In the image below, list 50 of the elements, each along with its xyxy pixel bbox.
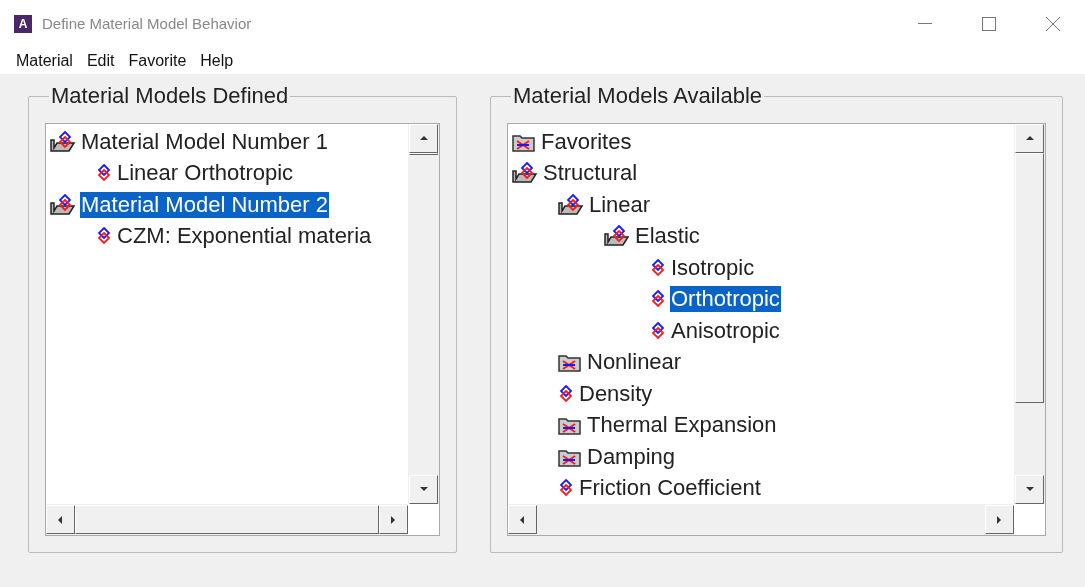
scrollbar-thumb[interactable] [1015,153,1044,403]
scroll-up-button[interactable] [1015,124,1044,153]
scroll-right-button[interactable] [985,505,1014,534]
scrollbar-thumb[interactable] [409,153,438,155]
tree-item[interactable]: Material Model Number 2 [80,191,329,218]
open-folder-icon [512,162,538,185]
material-icon [96,164,112,183]
close-icon [1046,17,1060,31]
tree-item[interactable]: Favorites [540,128,633,155]
window-title: Define Material Model Behavior [42,13,252,34]
tree-item[interactable]: Damping [586,443,677,470]
tree-item[interactable]: Orthotropic [670,286,781,313]
scroll-left-button[interactable] [46,505,75,534]
open-folder-icon [604,225,630,248]
open-folder-icon [558,193,584,216]
open-folder-icon [50,130,76,153]
menu-item[interactable]: Edit [80,49,121,73]
tree-item[interactable]: Structural [542,160,639,187]
minimize-icon [918,23,932,25]
tree-item[interactable]: Linear Orthotropic [116,160,295,187]
app-icon: A [14,15,32,33]
material-icon [650,290,666,309]
tree-item[interactable]: CZM: Exponential materia [116,223,373,250]
material-icon [558,479,574,498]
material-icon [650,258,666,277]
tree-item[interactable]: Thermal Expansion [586,412,778,439]
open-folder-icon [50,193,76,216]
tree-item[interactable]: Elastic [634,223,701,250]
tree-item[interactable]: Linear [588,191,652,218]
material-icon [650,321,666,340]
scroll-up-button[interactable] [409,124,438,153]
folder-icon [558,415,582,436]
tree-item[interactable]: Isotropic [670,254,756,281]
menu-item[interactable]: Help [194,49,240,73]
maximize-icon [982,17,996,31]
folder-icon [558,352,582,373]
menu-item[interactable]: Material [10,49,79,73]
material-icon [558,384,574,403]
tree-item[interactable]: Nonlinear [586,349,683,376]
scroll-down-button[interactable] [1015,475,1044,504]
tree-item[interactable]: Density [578,380,654,407]
scroll-left-button[interactable] [508,505,537,534]
tree-item[interactable]: Material Model Number 1 [80,128,329,155]
scroll-down-button[interactable] [409,475,438,504]
menu-item[interactable]: Favorite [122,49,193,73]
material-icon [96,227,112,246]
tree-item[interactable]: Friction Coefficient [578,475,762,502]
tree-item[interactable]: Anisotropic [670,317,781,344]
scrollbar-thumb[interactable] [75,505,379,534]
scroll-right-button[interactable] [379,505,408,534]
